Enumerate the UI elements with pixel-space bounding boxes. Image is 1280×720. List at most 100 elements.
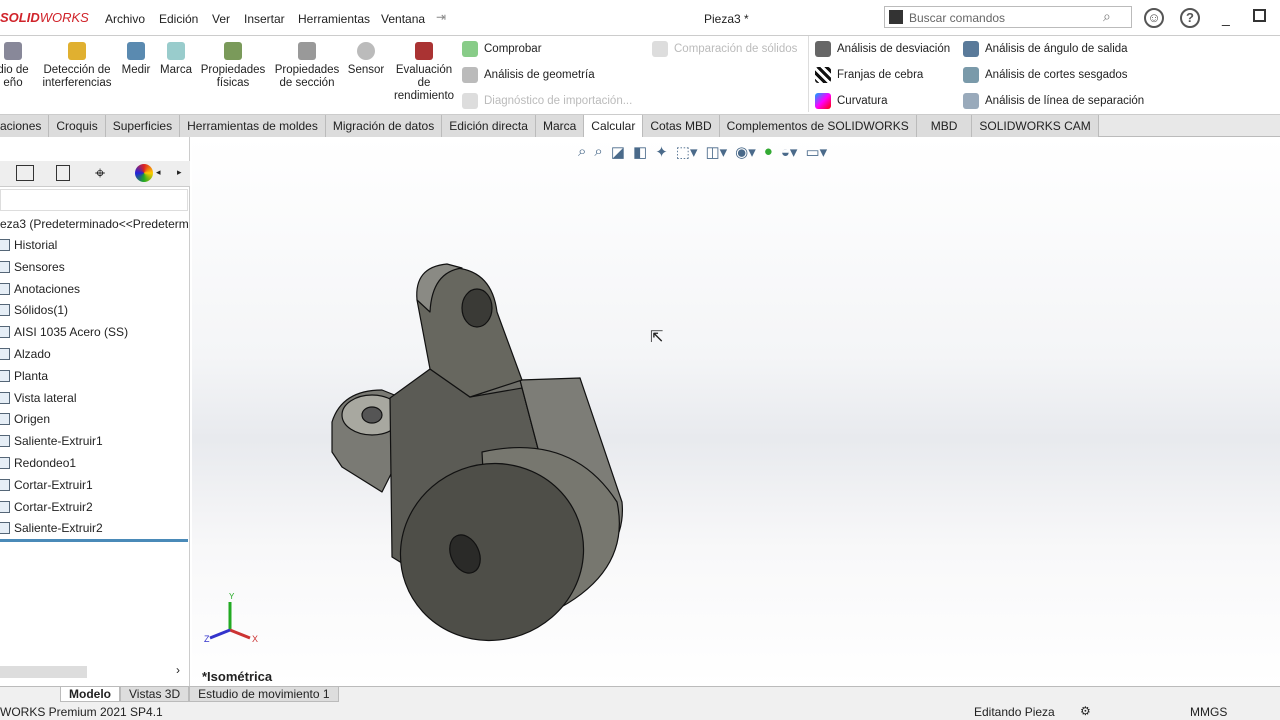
parting-line-analysis-button[interactable]: Análisis de línea de separación bbox=[963, 92, 1144, 110]
design-study-button[interactable]: dio de eño bbox=[0, 40, 32, 90]
compare-icon bbox=[652, 41, 668, 57]
help-icon[interactable]: ? bbox=[1180, 8, 1200, 28]
tab-calcular[interactable]: Calcular bbox=[584, 115, 644, 137]
minimize-icon[interactable]: _ bbox=[1222, 10, 1230, 26]
tree-item[interactable]: Historial bbox=[0, 238, 57, 252]
button-label: Propiedades de sección bbox=[274, 64, 340, 89]
display-style-icon[interactable]: ◫▾ bbox=[705, 143, 727, 161]
command-manager-ribbon: dio de eño Detección de interferencias M… bbox=[0, 36, 1280, 115]
property-manager-tab-icon[interactable] bbox=[56, 165, 70, 181]
undercut-analysis-button[interactable]: Análisis de cortes sesgados bbox=[963, 66, 1144, 84]
view-orientation-icon[interactable]: ⬚▾ bbox=[676, 143, 698, 161]
curvature-button[interactable]: Curvatura bbox=[815, 92, 950, 110]
previous-view-icon[interactable]: ◪ bbox=[611, 143, 625, 161]
draft-analysis-button[interactable]: Análisis de ángulo de salida bbox=[963, 40, 1144, 58]
zoom-to-fit-icon[interactable]: ⌕ bbox=[578, 143, 586, 161]
menu-ver[interactable]: Ver bbox=[212, 12, 230, 26]
markup-button[interactable]: Marca bbox=[158, 40, 194, 77]
hide-show-items-icon[interactable]: ◉▾ bbox=[735, 143, 756, 161]
tab-modelo[interactable]: Modelo bbox=[60, 687, 120, 702]
pin-icon[interactable]: ⇥ bbox=[436, 10, 446, 24]
graphics-viewport[interactable]: ⌕ ⌕ ◪ ◧ ✦ ⬚▾ ◫▾ ◉▾ ● ◒▾ ▭▾ ⇱ Y X Z *Isométrica bbox=[192, 137, 1280, 686]
tab-cotas-mbd[interactable]: Cotas MBD bbox=[643, 115, 720, 137]
sensor-button[interactable]: Sensor bbox=[346, 40, 386, 77]
zoom-to-area-icon[interactable]: ⌕ bbox=[594, 143, 602, 161]
horizontal-scrollbar[interactable] bbox=[0, 666, 87, 678]
diagnostics-icon bbox=[462, 93, 478, 109]
draft-icon bbox=[963, 41, 979, 57]
zebra-stripes-button[interactable]: Franjas de cebra bbox=[815, 66, 950, 84]
tree-item-label: Anotaciones bbox=[14, 281, 81, 296]
geometry-analysis-button[interactable]: Análisis de geometría bbox=[462, 66, 632, 84]
tab-complementos[interactable]: Complementos de SOLIDWORKS bbox=[719, 115, 917, 137]
scroll-left-icon[interactable]: ◂ bbox=[156, 167, 161, 178]
tab-solidworks-cam[interactable]: SOLIDWORKS CAM bbox=[972, 115, 1099, 137]
tree-item[interactable]: AISI 1035 Acero (SS) bbox=[0, 325, 128, 339]
tree-item[interactable]: Anotaciones bbox=[0, 282, 80, 296]
3d-part-model[interactable] bbox=[322, 252, 642, 652]
tree-item[interactable]: Origen bbox=[0, 412, 50, 426]
restore-icon[interactable] bbox=[1253, 9, 1266, 22]
apply-scene-icon[interactable]: ◒▾ bbox=[781, 143, 798, 161]
tree-root-part[interactable]: eza3 (Predeterminado<<Predeterm bbox=[0, 217, 189, 231]
section-view-icon[interactable]: ◧ bbox=[633, 143, 647, 161]
configuration-manager-tab-icon[interactable]: ⌖ bbox=[95, 163, 105, 184]
interference-detection-button[interactable]: Detección de interferencias bbox=[40, 40, 114, 90]
menu-insertar[interactable]: Insertar bbox=[244, 12, 285, 26]
tab-estudio-movimiento[interactable]: Estudio de movimiento 1 bbox=[189, 687, 340, 702]
compare-bodies-button[interactable]: Comparación de sólidos bbox=[652, 40, 797, 58]
feature-icon bbox=[0, 304, 10, 317]
tree-item[interactable]: Redondeo1 bbox=[0, 456, 76, 470]
section-properties-button[interactable]: Propiedades de sección bbox=[273, 40, 341, 90]
tree-item[interactable]: Cortar-Extruir2 bbox=[0, 500, 93, 514]
performance-evaluation-button[interactable]: Evaluación de rendimiento bbox=[390, 40, 458, 103]
button-label: Comprobar bbox=[484, 43, 542, 55]
edit-appearance-icon[interactable]: ● bbox=[764, 143, 773, 161]
tab-migracion-datos[interactable]: Migración de datos bbox=[325, 115, 443, 137]
menu-ventana[interactable]: Ventana bbox=[381, 12, 425, 26]
mouse-cursor-icon: ⇱ bbox=[650, 329, 664, 346]
tab-edicion-directa[interactable]: Edición directa bbox=[442, 115, 536, 137]
user-icon[interactable]: ☺ bbox=[1144, 8, 1164, 28]
tab-operaciones[interactable]: aciones bbox=[0, 115, 50, 137]
tree-item[interactable]: Saliente-Extruir1 bbox=[0, 434, 103, 448]
tree-item[interactable]: Vista lateral bbox=[0, 391, 76, 405]
search-icon[interactable]: ⌕ bbox=[1103, 8, 1111, 25]
tab-croquis[interactable]: Croquis bbox=[49, 115, 106, 137]
check-button[interactable]: Comprobar bbox=[462, 40, 632, 58]
tab-herramientas-moldes[interactable]: Herramientas de moldes bbox=[180, 115, 326, 137]
measure-button[interactable]: Medir bbox=[118, 40, 154, 77]
deviation-analysis-button[interactable]: Análisis de desviación bbox=[815, 40, 950, 58]
feature-icon bbox=[0, 282, 10, 295]
scroll-right-icon[interactable]: ▸ bbox=[177, 167, 182, 178]
feature-manager-tab-icon[interactable] bbox=[16, 165, 34, 181]
dynamic-annotation-icon[interactable]: ✦ bbox=[655, 143, 668, 161]
solidworks-logo[interactable]: SOLIDWORKS bbox=[0, 10, 89, 25]
curvature-icon bbox=[815, 93, 831, 109]
rebuild-icon[interactable]: ⚙ bbox=[1080, 704, 1091, 718]
tab-superficies[interactable]: Superficies bbox=[105, 115, 181, 137]
units-text[interactable]: MMGS bbox=[1190, 705, 1227, 719]
tree-item[interactable]: Saliente-Extruir2 bbox=[0, 521, 103, 535]
menu-edicion[interactable]: Edición bbox=[159, 12, 198, 26]
tree-item[interactable]: Sensores bbox=[0, 260, 65, 274]
tree-item[interactable]: Cortar-Extruir1 bbox=[0, 478, 93, 492]
appearance-tab-icon[interactable] bbox=[135, 164, 153, 182]
search-commands-input[interactable]: Buscar comandos ⌕ bbox=[884, 6, 1132, 28]
tab-marca[interactable]: Marca bbox=[535, 115, 585, 137]
tab-vistas-3d[interactable]: Vistas 3D bbox=[120, 687, 190, 702]
tab-mbd[interactable]: MBD bbox=[916, 115, 973, 137]
view-settings-icon[interactable]: ▭▾ bbox=[805, 143, 827, 161]
tree-item[interactable]: Sólidos(1) bbox=[0, 303, 68, 317]
tree-item[interactable]: Alzado bbox=[0, 347, 51, 361]
menu-archivo[interactable]: Archivo bbox=[105, 12, 145, 26]
mass-properties-button[interactable]: Propiedades físicas bbox=[200, 40, 266, 90]
menu-herramientas[interactable]: Herramientas bbox=[298, 12, 370, 26]
ribbon-column-1: Comprobar Análisis de geometría Diagnóst… bbox=[462, 40, 632, 110]
scroll-right-arrow-icon[interactable]: › bbox=[176, 663, 180, 677]
import-diagnostics-button[interactable]: Diagnóstico de importación... bbox=[462, 92, 632, 110]
geometry-icon bbox=[462, 67, 478, 83]
rollback-bar[interactable] bbox=[0, 539, 188, 542]
filter-input[interactable] bbox=[0, 189, 188, 211]
tree-item[interactable]: Planta bbox=[0, 369, 48, 383]
